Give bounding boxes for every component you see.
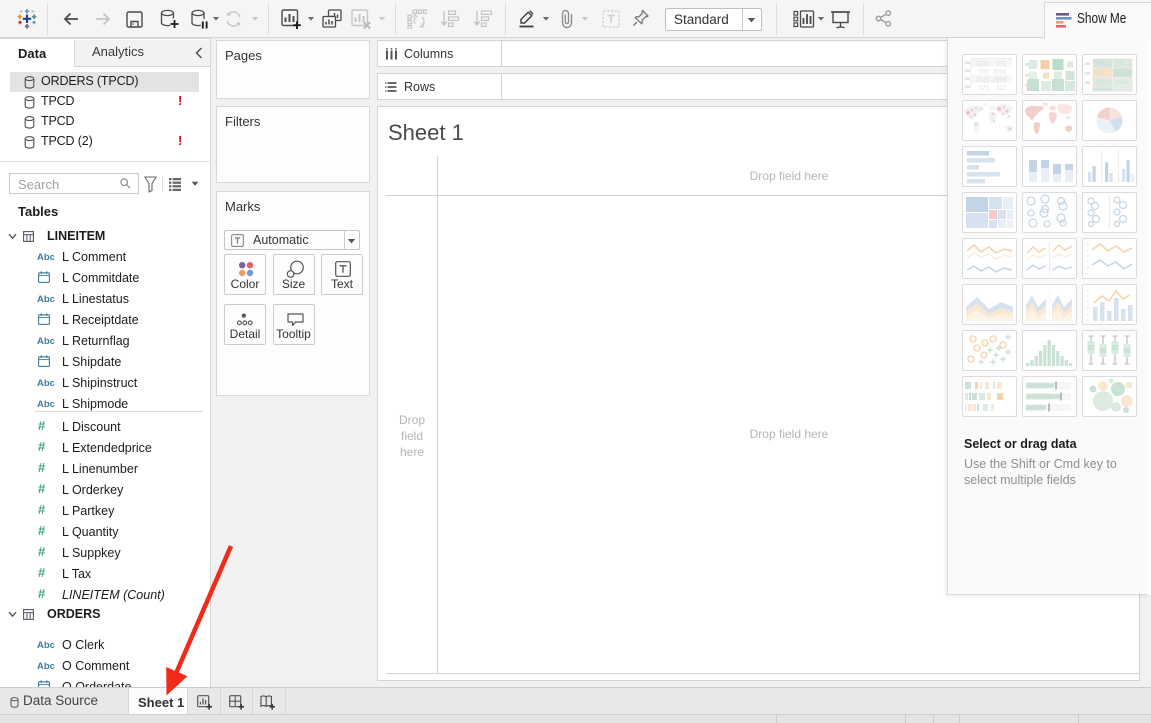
svg-text:Abc: Abc (37, 378, 55, 388)
svg-text:123): 123) (1095, 61, 1106, 67)
svg-text:54C: 54C (1115, 61, 1125, 67)
svg-text:2859: 2859 (993, 77, 1007, 83)
svg-text:556: 556 (1095, 71, 1104, 77)
svg-text:Abc: Abc (37, 336, 55, 346)
svg-text:Abc: Abc (37, 399, 55, 409)
svg-text:25C3: 25C3 (1095, 80, 1108, 86)
svg-text:2520: 2520 (976, 77, 990, 83)
svg-text:3050: 3050 (1115, 80, 1127, 86)
svg-text:3054: 3054 (993, 69, 1007, 75)
svg-text:571: 571 (979, 85, 990, 91)
svg-text:Abc: Abc (37, 661, 55, 671)
svg-text:Abc: Abc (37, 640, 55, 650)
svg-text:550: 550 (979, 69, 990, 75)
svg-text:Abc: Abc (37, 294, 55, 304)
svg-text:322: 322 (996, 85, 1007, 91)
svg-text:573: 573 (996, 61, 1007, 67)
svg-text:X4D: X4D (1115, 71, 1126, 77)
svg-text:Abc: Abc (37, 252, 55, 262)
svg-text:1234: 1234 (976, 61, 990, 67)
